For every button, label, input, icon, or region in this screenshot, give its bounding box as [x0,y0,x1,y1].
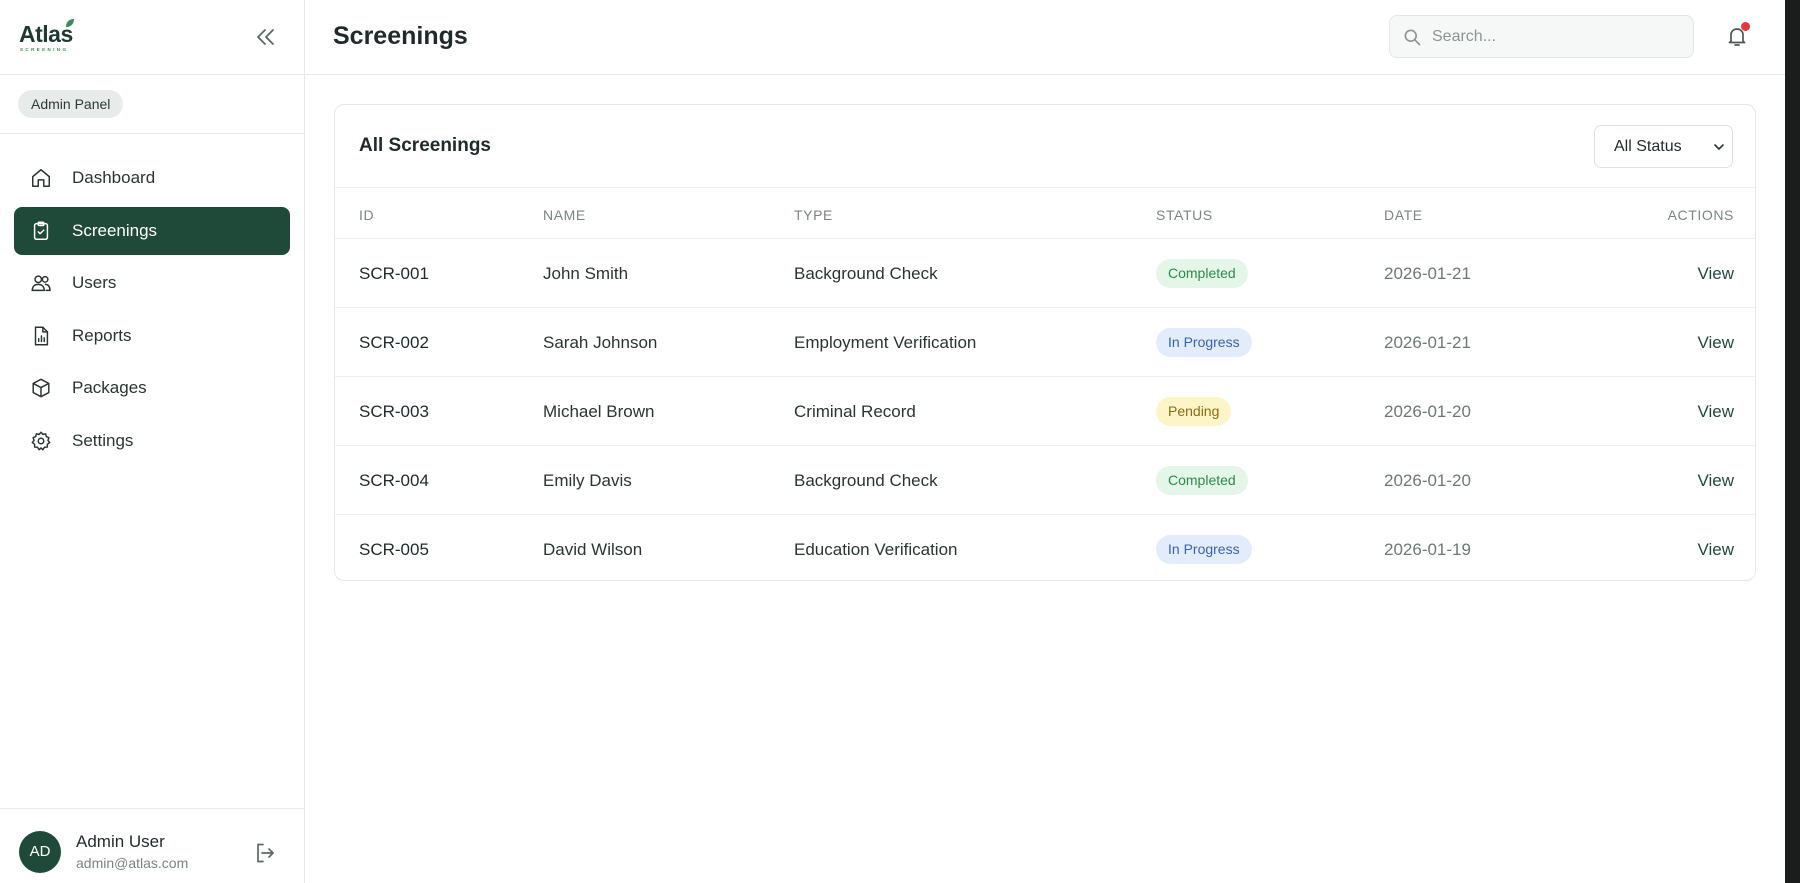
sidebar-item-packages[interactable]: Packages [14,364,290,412]
logout-button[interactable] [253,841,279,867]
clipboard-check-icon [30,220,52,242]
table-row: SCR-003 Michael Brown Criminal Record Pe… [335,377,1755,446]
status-badge: Completed [1156,259,1248,288]
column-header-status: STATUS [1156,207,1213,223]
sidebar-item-reports[interactable]: Reports [14,312,290,360]
window-edge [1785,0,1800,883]
user-profile: AD Admin User admin@atlas.com [0,808,305,883]
view-link[interactable]: View [1697,264,1734,284]
cell-date: 2026-01-20 [1384,471,1471,490]
sidebar-divider [0,133,305,134]
sidebar-divider [0,74,305,75]
sidebar-item-dashboard[interactable]: Dashboard [14,154,290,202]
cell-type: Background Check [794,471,938,490]
status-filter-select[interactable]: All Status [1594,125,1733,168]
view-link[interactable]: View [1697,402,1734,422]
logout-icon [257,843,274,863]
user-name: Admin User [76,832,165,851]
view-link[interactable]: View [1697,540,1734,560]
gear-icon [30,430,52,452]
cell-date: 2026-01-21 [1384,333,1471,352]
status-badge: Pending [1156,397,1232,426]
sidebar-item-settings[interactable]: Settings [14,417,290,465]
table-row: SCR-002 Sarah Johnson Employment Verific… [335,308,1755,377]
collapse-sidebar-button[interactable] [252,24,278,50]
cell-name: John Smith [543,264,629,283]
column-header-name: NAME [543,207,586,223]
sidebar-item-label: Screenings [72,220,158,240]
leaf-icon [66,19,74,27]
cell-type: Education Verification [794,540,958,559]
cell-id: SCR-004 [359,471,429,490]
column-header-type: TYPE [794,207,833,223]
cell-id: SCR-002 [359,333,429,352]
view-link[interactable]: View [1697,471,1734,491]
search-input[interactable] [1432,16,1682,57]
package-icon [30,377,52,399]
report-icon [30,325,52,347]
cell-name: Michael Brown [543,402,655,421]
table-row: SCR-005 David Wilson Education Verificat… [335,515,1755,580]
column-header-id: ID [359,207,375,223]
admin-panel-badge: Admin Panel [18,90,124,118]
user-email: admin@atlas.com [76,855,189,871]
cell-date: 2026-01-20 [1384,402,1471,421]
sidebar-item-label: Packages [72,378,147,397]
table-row: SCR-004 Emily Davis Background Check Com… [335,446,1755,515]
cell-type: Criminal Record [794,402,916,421]
search-box [1389,15,1694,58]
cell-name: David Wilson [543,540,643,559]
sidebar-item-label: Dashboard [72,168,156,187]
cell-name: Emily Davis [543,471,632,490]
cell-name: Sarah Johnson [543,333,658,352]
cell-type: Background Check [794,264,938,283]
chevron-down-icon [1714,144,1724,150]
table-header: ID NAME TYPE STATUS DATE ACTIONS [335,187,1755,239]
sidebar-item-users[interactable]: Users [14,259,290,307]
status-badge: Completed [1156,466,1248,495]
cell-id: SCR-003 [359,402,429,421]
sidebar-item-label: Settings [72,430,134,450]
notification-dot [1741,22,1750,31]
top-header: Screenings [305,0,1785,75]
users-icon [30,272,52,294]
brand-logo: Atlas SCREENING [19,19,74,53]
app-window: Atlas SCREENING Admin Panel Dashboard Sc… [0,0,1785,883]
view-link[interactable]: View [1697,333,1734,353]
brand-tagline: SCREENING [20,47,69,52]
table-row: SCR-001 John Smith Background Check Comp… [335,239,1755,308]
cell-date: 2026-01-19 [1384,540,1471,559]
column-header-actions: ACTIONS [1667,207,1734,223]
card-title: All Screenings [359,135,491,156]
home-icon [30,167,52,189]
screenings-card: All Screenings All Status ID NAME TYPE S… [334,104,1756,581]
search-icon [1404,29,1421,46]
sidebar: Atlas SCREENING Admin Panel Dashboard Sc… [0,0,305,883]
sidebar-nav: Dashboard Screenings Users Reports Packa… [14,154,290,469]
sidebar-item-label: Reports [72,325,132,345]
column-header-date: DATE [1384,207,1423,223]
status-filter-value: All Status [1614,138,1682,155]
page-title: Screenings [333,22,468,50]
cell-type: Employment Verification [794,333,977,352]
sidebar-item-label: Users [72,273,117,292]
status-badge: In Progress [1156,328,1252,357]
chevrons-left-icon [257,29,274,45]
sidebar-item-screenings[interactable]: Screenings [14,206,290,255]
avatar: AD [19,831,61,873]
cell-id: SCR-001 [359,264,429,283]
cell-date: 2026-01-21 [1384,264,1471,283]
cell-id: SCR-005 [359,540,429,559]
status-badge: In Progress [1156,535,1252,564]
